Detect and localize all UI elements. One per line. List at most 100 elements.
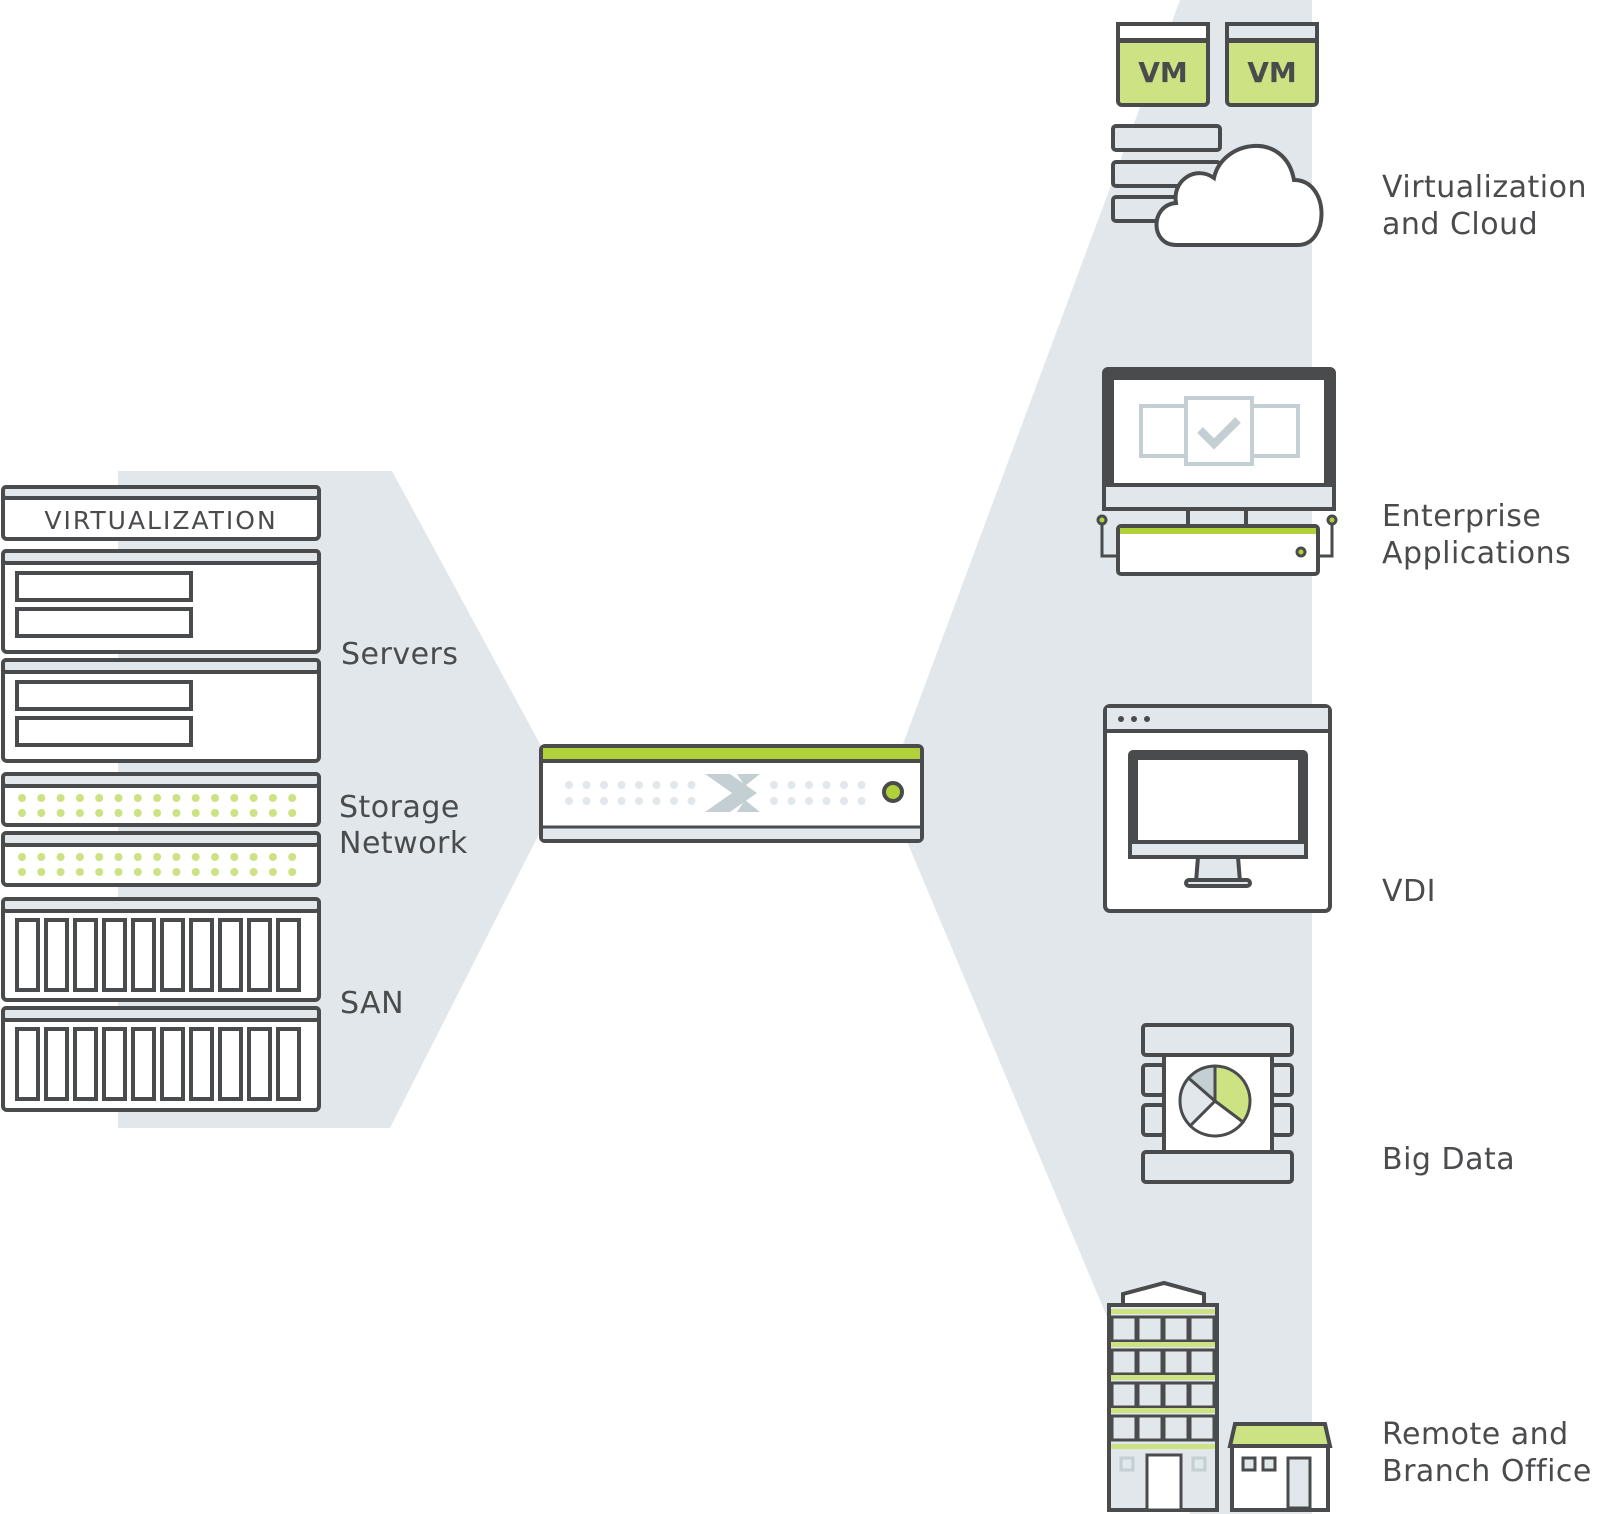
use-case-line2: Branch Office xyxy=(1382,1454,1592,1489)
san-label-text: SAN xyxy=(340,986,405,1021)
drive-bay xyxy=(73,1027,98,1101)
storage-led xyxy=(211,868,219,876)
storage-led xyxy=(288,868,297,876)
drive-bay xyxy=(189,918,214,992)
storage-led xyxy=(18,868,26,876)
storage-led xyxy=(211,794,219,802)
storage-label-line1: Storage xyxy=(339,790,460,825)
window xyxy=(1162,1315,1190,1343)
vent-dot xyxy=(652,781,661,789)
storage-led xyxy=(268,809,277,817)
storage-led xyxy=(18,794,26,802)
drive-bay xyxy=(44,1027,69,1101)
server-unit xyxy=(1,658,321,763)
window xyxy=(1188,1348,1216,1376)
vent-dot xyxy=(840,797,848,805)
storage-led xyxy=(230,809,239,817)
storage-led xyxy=(211,809,219,817)
window xyxy=(1162,1348,1190,1376)
storage-led xyxy=(95,868,104,876)
desktop-window-icon xyxy=(1103,704,1332,913)
storage-led xyxy=(75,809,84,817)
vent-dot xyxy=(805,781,813,789)
vent-dot xyxy=(670,797,678,805)
virtualization-layer-label: VIRTUALIZATION xyxy=(44,506,277,535)
servers-label-text: Servers xyxy=(341,637,459,672)
window xyxy=(1162,1414,1190,1442)
storage-led xyxy=(230,794,239,802)
use-case-label-virtualization-cloud: Virtualization and Cloud xyxy=(1382,169,1587,243)
window xyxy=(1136,1414,1164,1442)
storage-led xyxy=(133,809,142,817)
storage-led xyxy=(153,809,162,817)
storage-led xyxy=(288,809,297,817)
storage-led xyxy=(37,868,46,876)
window xyxy=(1162,1381,1190,1409)
floor-band xyxy=(1111,1309,1215,1314)
vent-dot xyxy=(617,781,626,789)
storage-led xyxy=(268,868,277,876)
vent-dot xyxy=(857,781,866,789)
storage-led xyxy=(249,809,258,817)
vent-dot xyxy=(822,797,831,805)
floor-band xyxy=(1111,1375,1215,1380)
storage-led xyxy=(75,794,84,802)
storage-led xyxy=(37,853,46,861)
drive-bay xyxy=(276,1027,301,1101)
use-case-line1: Enterprise xyxy=(1382,499,1542,534)
storage-network-label: Storage Network xyxy=(339,790,468,862)
vent-dot xyxy=(635,781,643,789)
window xyxy=(1136,1381,1164,1409)
storage-led xyxy=(172,809,181,817)
storage-led xyxy=(56,868,65,876)
drive-bay xyxy=(73,918,98,992)
storage-led xyxy=(75,853,84,861)
drive-bay xyxy=(247,1027,272,1101)
storage-led xyxy=(95,853,104,861)
storage-label-line2: Network xyxy=(339,826,468,861)
use-case-line2: Applications xyxy=(1382,536,1572,571)
vent-dot xyxy=(617,797,626,805)
floor-band xyxy=(1111,1408,1215,1413)
storage-led xyxy=(56,853,65,861)
window xyxy=(1188,1414,1216,1442)
use-case-label-vdi: VDI xyxy=(1382,873,1436,910)
drive-bay xyxy=(102,918,127,992)
storage-led xyxy=(114,809,123,817)
drive-bay xyxy=(218,918,243,992)
drive-bay xyxy=(189,1027,214,1101)
vent-dot xyxy=(635,797,643,805)
center-appliance xyxy=(539,744,924,843)
server-unit xyxy=(1,549,321,654)
storage-led xyxy=(153,868,162,876)
use-case-label-big-data: Big Data xyxy=(1382,1141,1515,1178)
storage-led xyxy=(37,809,46,817)
pie-chart-server-icon xyxy=(1141,1023,1294,1184)
storage-led xyxy=(172,853,181,861)
storage-led xyxy=(172,868,181,876)
vent-dot xyxy=(787,797,796,805)
storage-led xyxy=(153,853,162,861)
storage-led xyxy=(95,809,104,817)
storage-led xyxy=(288,794,297,802)
status-led-icon xyxy=(882,781,904,803)
storage-led xyxy=(230,853,239,861)
storage-network-unit xyxy=(1,831,321,887)
storage-network-unit xyxy=(1,772,321,827)
window xyxy=(1136,1348,1164,1376)
storage-led xyxy=(133,794,142,802)
vent-dot xyxy=(582,781,591,789)
vm-label: VM xyxy=(1138,56,1188,89)
storage-led xyxy=(153,794,162,802)
storage-led xyxy=(211,853,219,861)
storage-led xyxy=(268,853,277,861)
vent-dot xyxy=(652,797,661,805)
drive-bay xyxy=(160,1027,185,1101)
window xyxy=(1188,1381,1216,1409)
use-case-line2: and Cloud xyxy=(1382,207,1539,242)
storage-led xyxy=(133,853,142,861)
vent-dot xyxy=(687,781,696,789)
storage-led xyxy=(249,794,258,802)
storage-led xyxy=(172,794,181,802)
san-label: SAN xyxy=(340,985,404,1022)
